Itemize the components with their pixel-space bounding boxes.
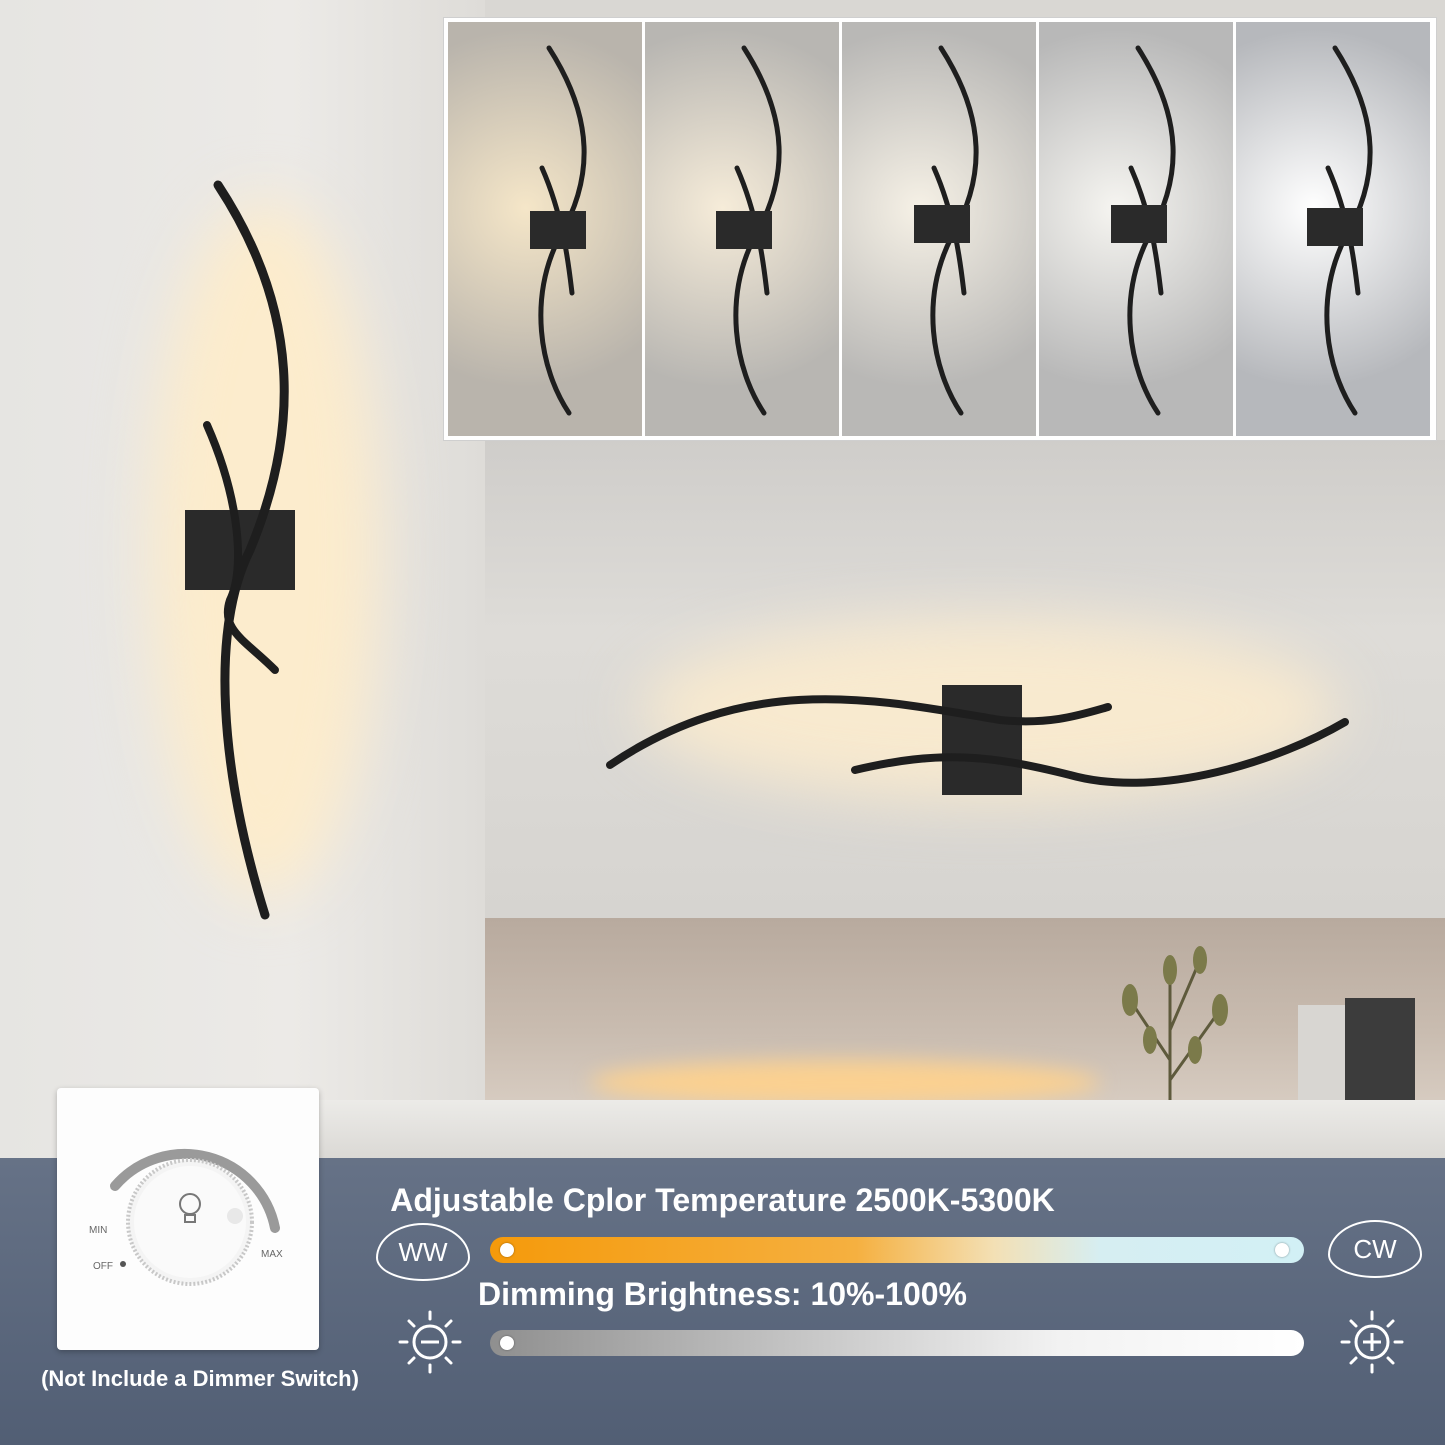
dimmer-min-label: MIN — [89, 1225, 108, 1236]
lamp-arm-left — [606, 695, 1112, 769]
dimmer-switch: MIN OFF MAX — [57, 1088, 319, 1350]
dimmer-note: (Not Include a Dimmer Switch) — [41, 1366, 359, 1391]
color-temperature-bar — [490, 1237, 1304, 1263]
swatch-lamps — [530, 45, 1373, 416]
ww-label: WW — [376, 1223, 470, 1281]
lamp-base-plate — [942, 685, 1022, 795]
color-temperature-knob-warm — [500, 1243, 514, 1257]
dimmer-off-label: OFF — [93, 1261, 113, 1272]
book-stack — [1345, 998, 1415, 1102]
brightness-bar — [490, 1330, 1304, 1356]
book-stack — [1298, 1005, 1346, 1105]
brightness-knob — [500, 1336, 514, 1350]
bulb-icon — [179, 1193, 201, 1223]
cw-label: CW — [1328, 1220, 1422, 1278]
fireplace-flames — [590, 1060, 1100, 1105]
dimmer-max-label: MAX — [261, 1249, 283, 1260]
brightness-up-icon — [1340, 1310, 1404, 1374]
vertical-wall-lamp — [185, 180, 295, 920]
brightness-down-icon — [398, 1310, 462, 1374]
horizontal-wall-lamp — [606, 685, 1349, 795]
lamp-arm-right — [851, 718, 1349, 787]
color-temperature-swatches — [444, 18, 1436, 440]
color-temperature-knob-cool — [1275, 1243, 1289, 1257]
